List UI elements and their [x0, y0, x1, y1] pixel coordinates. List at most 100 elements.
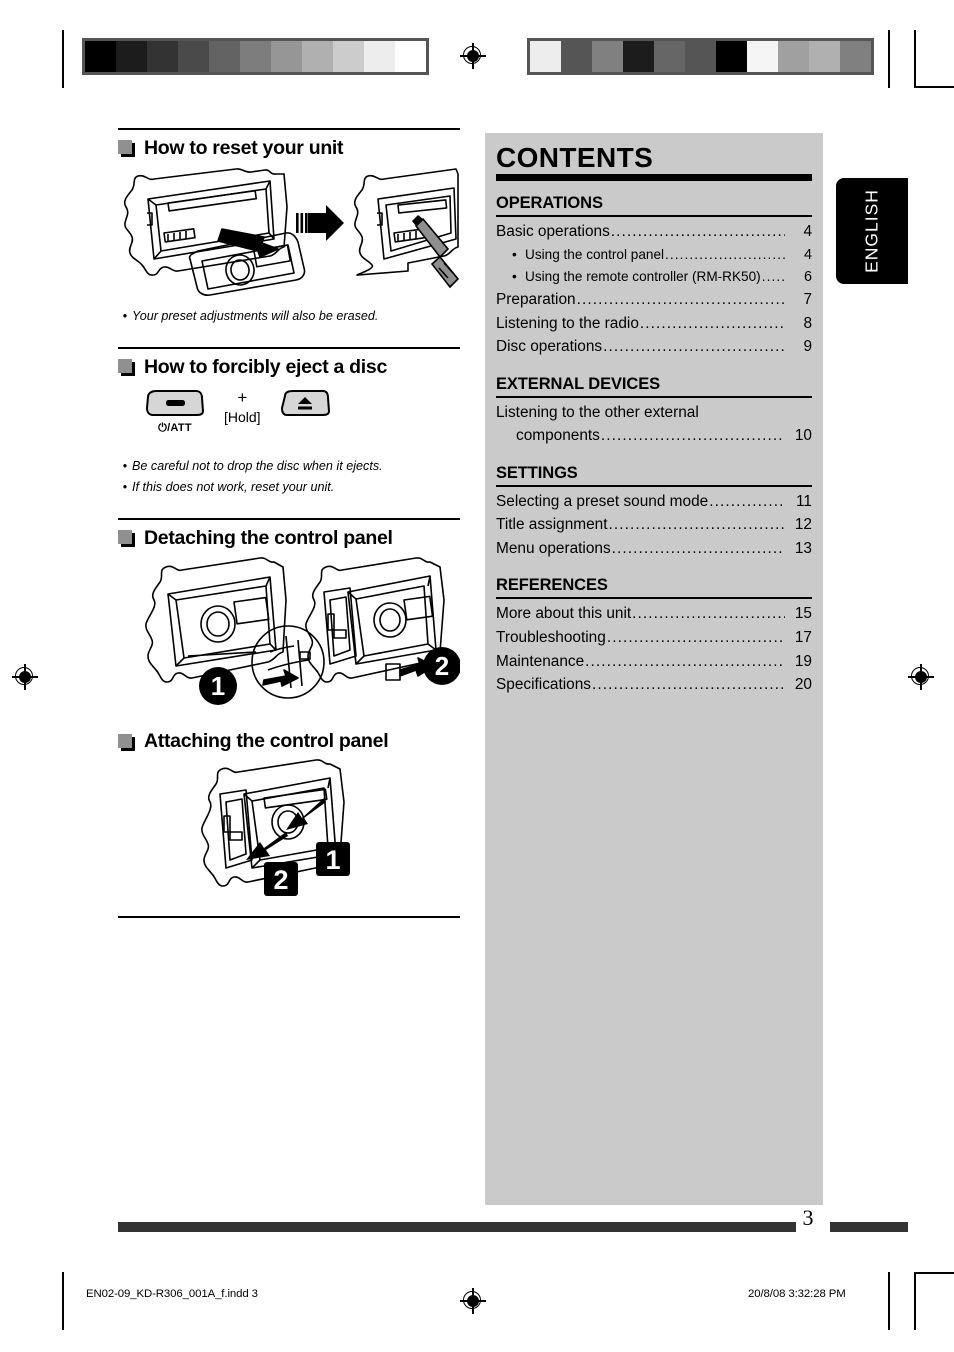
toc-entry[interactable]: • Using the control panel................…: [496, 244, 812, 266]
crop-mark-left-top: [62, 30, 64, 88]
toc-entry[interactable]: • Using the remote controller (RM-RK50)..…: [496, 266, 812, 288]
square-bullet-icon: [118, 733, 135, 751]
section-title-attaching: Attaching the control panel: [144, 730, 389, 753]
svg-text:1: 1: [325, 845, 340, 875]
crop-mark-left-bottom-a: [62, 1272, 64, 1330]
toc-entry-page: 11: [796, 492, 812, 510]
note-bullet-icon: •: [122, 459, 128, 474]
grayscale-swatch: [364, 41, 395, 72]
section-heading-attaching: Attaching the control panel: [118, 732, 460, 752]
toc-entry-label: Preparation: [496, 290, 576, 308]
toc-entry[interactable]: Selecting a preset sound mode...........…: [496, 490, 812, 514]
toc-entry[interactable]: Preparation.............................…: [496, 288, 812, 312]
toc-entry-page: 8: [803, 314, 812, 332]
toc-entry-label: Using the remote controller (RM-RK50): [525, 268, 761, 284]
crop-mark-right-top-a: [888, 30, 890, 88]
figure-detaching-panel: 1 2: [118, 552, 461, 720]
toc-sub-bullet-icon: •: [512, 268, 517, 284]
toc-entry[interactable]: Listening to the radio..................…: [496, 312, 812, 336]
toc-leader-dots: ........................................…: [639, 314, 785, 332]
toc-group-heading: SETTINGS: [496, 463, 578, 482]
toc-entry[interactable]: Listening to the other external: [496, 401, 812, 425]
note-text: Your preset adjustments will also be era…: [132, 308, 379, 323]
power-att-key: ⏻/ATT: [144, 389, 206, 435]
toc-groups: OPERATIONS Basic operations..............…: [496, 194, 812, 696]
toc-entry-page: 20: [794, 676, 812, 694]
registration-mark-bottom-center: [460, 1288, 486, 1314]
toc-entry-continuation[interactable]: components..............................…: [496, 424, 812, 448]
toc-entry[interactable]: Basic operations........................…: [496, 220, 812, 244]
toc-entry-label: Basic operations: [496, 223, 610, 241]
toc-entry[interactable]: Specifications..........................…: [496, 673, 812, 697]
toc-entry-label: More about this unit: [496, 605, 632, 623]
power-att-key-icon: [145, 390, 205, 417]
toc-leader-dots: ........................................…: [585, 652, 785, 670]
toc-group-rule: [496, 395, 812, 398]
toc-entry-label: Specifications: [496, 676, 591, 694]
language-tab-english: ENGLISH: [836, 178, 908, 284]
toc-entry[interactable]: Title assignment........................…: [496, 513, 812, 537]
toc-entry[interactable]: More about this unit....................…: [496, 602, 812, 626]
toc-leader-dots: ........................................…: [591, 676, 785, 694]
divider-top: [118, 128, 460, 130]
toc-entry-page: 13: [794, 539, 812, 557]
toc-entry-label: components: [516, 427, 600, 445]
eject-key: [279, 389, 331, 422]
registration-mark-left: [12, 664, 38, 690]
figure-eject-key-combo: ⏻/ATT + [Hold]: [118, 381, 460, 455]
toc-entry-page: 7: [803, 290, 812, 308]
toc-leader-dots: ........................................…: [632, 605, 785, 623]
contents-title-rule: [496, 174, 812, 182]
svg-text:1: 1: [211, 671, 225, 701]
toc-entry[interactable]: Menu operations.........................…: [496, 537, 812, 561]
toc-entry-page: 15: [794, 605, 812, 623]
language-tab-label: ENGLISH: [861, 189, 882, 273]
figure-attaching-panel: 1 2: [118, 756, 460, 902]
crop-mark-right-top-c: [914, 86, 954, 88]
note-bullet-icon: •: [122, 479, 128, 494]
page-number: 3: [802, 1205, 814, 1230]
toc-entry-label: Maintenance: [496, 652, 585, 670]
step-badge-2-square: 2: [264, 861, 298, 896]
toc-entry-page: 9: [803, 338, 812, 356]
grayscale-swatch: [302, 41, 333, 72]
toc-group-heading: REFERENCES: [496, 576, 608, 595]
process-arrow-icon: [296, 204, 344, 241]
grayscale-swatch: [395, 41, 426, 72]
toc-leader-dots: ........................................…: [576, 290, 785, 308]
toc-entry[interactable]: Troubleshooting.........................…: [496, 626, 812, 650]
toc-entry[interactable]: Maintenance.............................…: [496, 650, 812, 674]
grayscale-swatch: [778, 41, 809, 72]
grayscale-swatch: [116, 41, 147, 72]
section-heading-eject: How to forcibly eject a disc: [118, 357, 460, 378]
contents-title: CONTENTS: [496, 142, 654, 173]
grayscale-swatch: [840, 41, 871, 72]
divider-after-eject: [118, 517, 460, 520]
step-badge-1-square: 1: [316, 841, 350, 876]
grayscale-swatch: [592, 41, 623, 72]
toc-entry-page: 10: [794, 427, 812, 445]
toc-leader-dots: ........................................…: [606, 628, 785, 646]
key-combo-connector: + [Hold]: [224, 389, 261, 425]
reset-unit-illustration: [123, 167, 460, 296]
note-reset-0: • Your preset adjustments will also be e…: [118, 307, 460, 325]
toc-group-rule: [496, 484, 812, 487]
divider-bottom: [118, 915, 460, 918]
registration-mark-top-center: [460, 43, 486, 69]
toc-leader-dots: ........................................…: [600, 427, 785, 445]
toc-entry-page: 4: [803, 223, 812, 241]
registration-mark-right: [908, 664, 934, 690]
toc-entry-label: Menu operations: [496, 539, 611, 557]
toc-entry[interactable]: Disc operations.........................…: [496, 335, 812, 359]
grayscale-swatch: [209, 41, 240, 72]
grayscale-swatch: [561, 41, 592, 72]
step-badge-1-circle: 1: [199, 667, 237, 706]
grayscale-swatch: [333, 41, 364, 72]
square-bullet-icon: [118, 530, 135, 547]
grayscale-swatch: [530, 41, 561, 72]
grayscale-swatch: [240, 41, 271, 72]
step-badge-2-circle: 2: [423, 647, 461, 686]
toc-entry-label: Listening to the radio: [496, 314, 639, 332]
toc-leader-dots: ........................................…: [611, 539, 785, 557]
grayscale-swatch: [716, 41, 747, 72]
